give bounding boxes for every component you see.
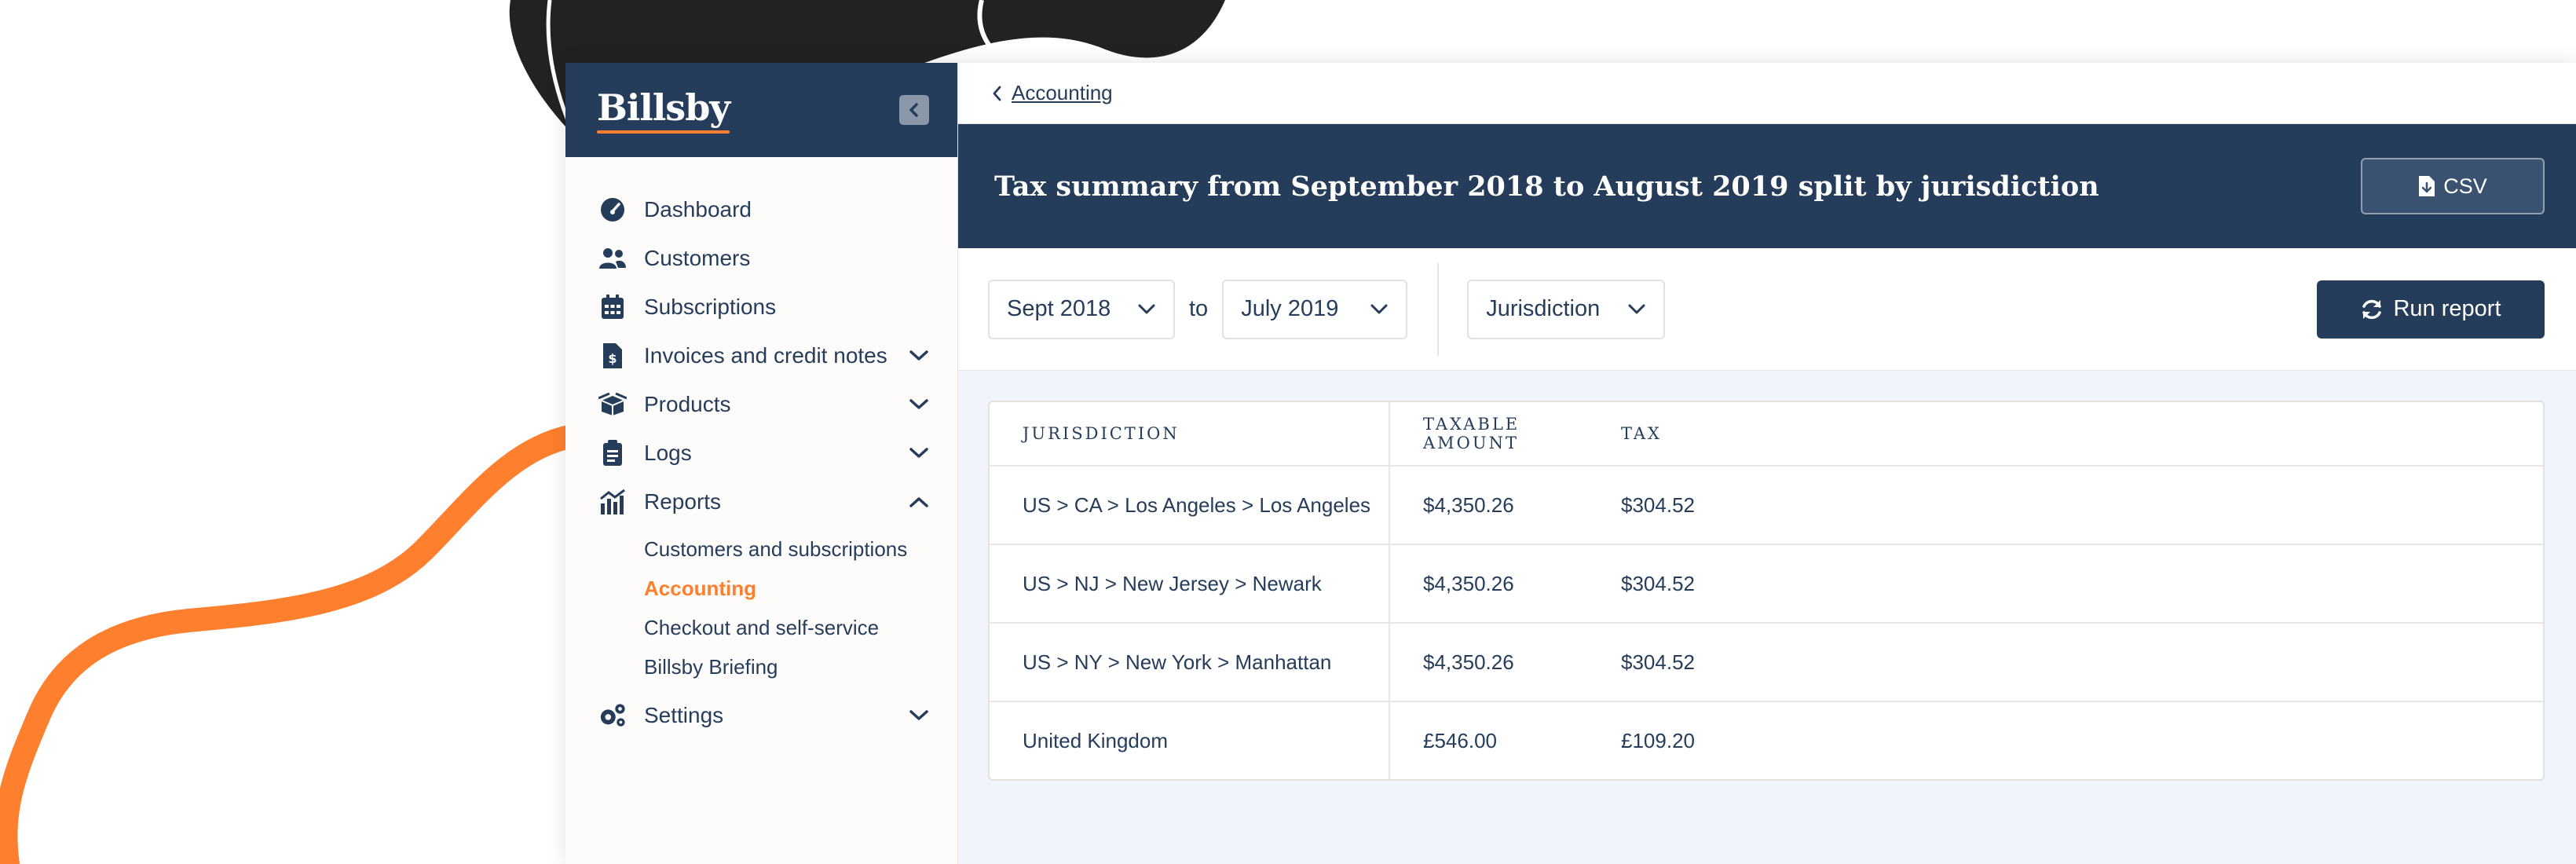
sidebar-item-label: Subscriptions	[644, 295, 777, 319]
from-date-select[interactable]: Sept 2018	[988, 279, 1175, 339]
sidebar-nav: Dashboard Customers Subscriptions $ Invo…	[565, 157, 957, 740]
column-header-jurisdiction[interactable]: JURISDICTION	[1023, 424, 1180, 443]
sidebar-item-settings[interactable]: Settings	[565, 691, 957, 740]
sidebar: Billsby Dashboard Customers Subscription…	[565, 63, 958, 864]
group-by-select[interactable]: Jurisdiction	[1467, 279, 1666, 339]
reports-subnav: Customers and subscriptions Accounting C…	[565, 529, 957, 686]
csv-button-label: CSV	[2443, 174, 2487, 198]
cell-taxable-amount: $4,350.26	[1423, 571, 1514, 595]
cell-tax: $304.52	[1621, 492, 1695, 517]
collapse-sidebar-button[interactable]	[899, 95, 929, 125]
refresh-icon	[2362, 299, 2382, 319]
cell-taxable-amount: $4,350.26	[1423, 650, 1514, 674]
cell-tax: $304.52	[1621, 650, 1695, 674]
sidebar-item-label: Invoices and credit notes	[644, 343, 887, 368]
chevron-down-icon[interactable]	[907, 704, 931, 727]
filter-divider	[1437, 262, 1440, 356]
to-label: to	[1189, 296, 1209, 321]
cell-taxable-amount: $4,350.26	[1423, 492, 1514, 517]
sidebar-item-invoices[interactable]: $ Invoices and credit notes	[565, 331, 957, 380]
gears-icon	[598, 701, 627, 730]
sidebar-item-subscriptions[interactable]: Subscriptions	[565, 283, 957, 331]
table-row[interactable]: United Kingdom £546.00 £109.20	[990, 701, 2543, 779]
run-report-label: Run report	[2393, 296, 2501, 321]
chart-icon	[598, 488, 627, 516]
calendar-icon	[598, 293, 627, 321]
sidebar-item-label: Settings	[644, 703, 724, 727]
chevron-left-icon	[993, 86, 1001, 101]
sidebar-item-label: Reports	[644, 489, 722, 514]
table-row[interactable]: US > CA > Los Angeles > Los Angeles $4,3…	[990, 465, 2543, 544]
sidebar-item-logs[interactable]: Logs	[565, 429, 957, 478]
chevron-left-icon	[909, 103, 918, 117]
page-header: Tax summary from September 2018 to Augus…	[958, 124, 2576, 248]
cell-jurisdiction: US > NY > New York > Manhattan	[1023, 650, 1332, 674]
chevron-down-icon[interactable]	[907, 344, 931, 368]
svg-text:$: $	[608, 351, 617, 366]
sidebar-item-customers[interactable]: Customers	[565, 234, 957, 283]
chevron-down-icon	[1628, 304, 1645, 313]
cell-jurisdiction: US > NJ > New Jersey > Newark	[1023, 571, 1322, 595]
sidebar-subitem-checkout-and-self-service[interactable]: Checkout and self-service	[644, 608, 957, 647]
table-row[interactable]: US > NJ > New Jersey > Newark $4,350.26 …	[990, 544, 2543, 622]
to-date-select[interactable]: July 2019	[1222, 279, 1408, 339]
cell-tax: $304.52	[1621, 571, 1695, 595]
sidebar-subitem-billsby-briefing[interactable]: Billsby Briefing	[644, 647, 957, 686]
gauge-icon	[598, 196, 627, 224]
breadcrumb-bar: Accounting	[958, 63, 2576, 124]
sidebar-header: Billsby	[565, 63, 957, 157]
page-title: Tax summary from September 2018 to Augus…	[994, 170, 2099, 203]
app-window: Billsby Dashboard Customers Subscription…	[565, 63, 2576, 864]
black-brush-thin-2	[977, 0, 1023, 73]
sidebar-subitem-customers-and-subscriptions[interactable]: Customers and subscriptions	[644, 529, 957, 569]
column-header-tax[interactable]: TAX	[1621, 424, 1662, 443]
chevron-down-icon[interactable]	[907, 441, 931, 465]
from-date-value: Sept 2018	[1007, 296, 1111, 321]
main-content: Accounting Tax summary from September 20…	[958, 63, 2576, 864]
report-filters: Sept 2018 to July 2019 Jurisdiction Run …	[958, 248, 2576, 371]
users-icon	[598, 244, 627, 273]
invoice-icon: $	[598, 342, 627, 370]
sidebar-item-label: Logs	[644, 441, 692, 465]
group-by-value: Jurisdiction	[1486, 296, 1601, 321]
csv-export-button[interactable]: CSV	[2361, 158, 2545, 214]
sidebar-item-products[interactable]: Products	[565, 380, 957, 429]
breadcrumb[interactable]: Accounting	[991, 81, 1113, 105]
sidebar-item-label: Products	[644, 392, 731, 416]
sidebar-item-dashboard[interactable]: Dashboard	[565, 185, 957, 234]
cell-jurisdiction: United Kingdom	[1023, 728, 1168, 752]
sidebar-subitem-accounting[interactable]: Accounting	[644, 569, 957, 608]
chevron-down-icon[interactable]	[907, 393, 931, 416]
cell-tax: £109.20	[1621, 728, 1695, 752]
clipboard-icon	[598, 439, 627, 467]
box-icon	[598, 390, 627, 419]
chevron-down-icon	[1370, 304, 1388, 313]
sidebar-item-label: Dashboard	[644, 197, 752, 221]
run-report-button[interactable]: Run report	[2317, 280, 2545, 339]
sidebar-item-reports[interactable]: Reports	[565, 478, 957, 526]
file-download-icon	[2419, 176, 2435, 196]
cell-jurisdiction: US > CA > Los Angeles > Los Angeles	[1023, 492, 1371, 517]
table-row[interactable]: US > NY > New York > Manhattan $4,350.26…	[990, 622, 2543, 701]
table-header-row: JURISDICTION TAXABLE AMOUNT TAX	[990, 402, 2543, 465]
table-container: JURISDICTION TAXABLE AMOUNT TAX US > CA …	[958, 371, 2576, 781]
breadcrumb-link-accounting[interactable]: Accounting	[1012, 81, 1113, 105]
cell-taxable-amount: £546.00	[1423, 728, 1497, 752]
chevron-down-icon	[1138, 304, 1155, 313]
billsby-logo[interactable]: Billsby	[597, 86, 730, 134]
column-header-taxable-amount[interactable]: TAXABLE AMOUNT	[1423, 415, 1520, 452]
tax-summary-table: JURISDICTION TAXABLE AMOUNT TAX US > CA …	[988, 401, 2545, 781]
to-date-value: July 2019	[1241, 296, 1339, 321]
orange-brush-stroke	[0, 424, 585, 864]
chevron-up-icon[interactable]	[907, 490, 931, 514]
sidebar-item-label: Customers	[644, 246, 751, 270]
